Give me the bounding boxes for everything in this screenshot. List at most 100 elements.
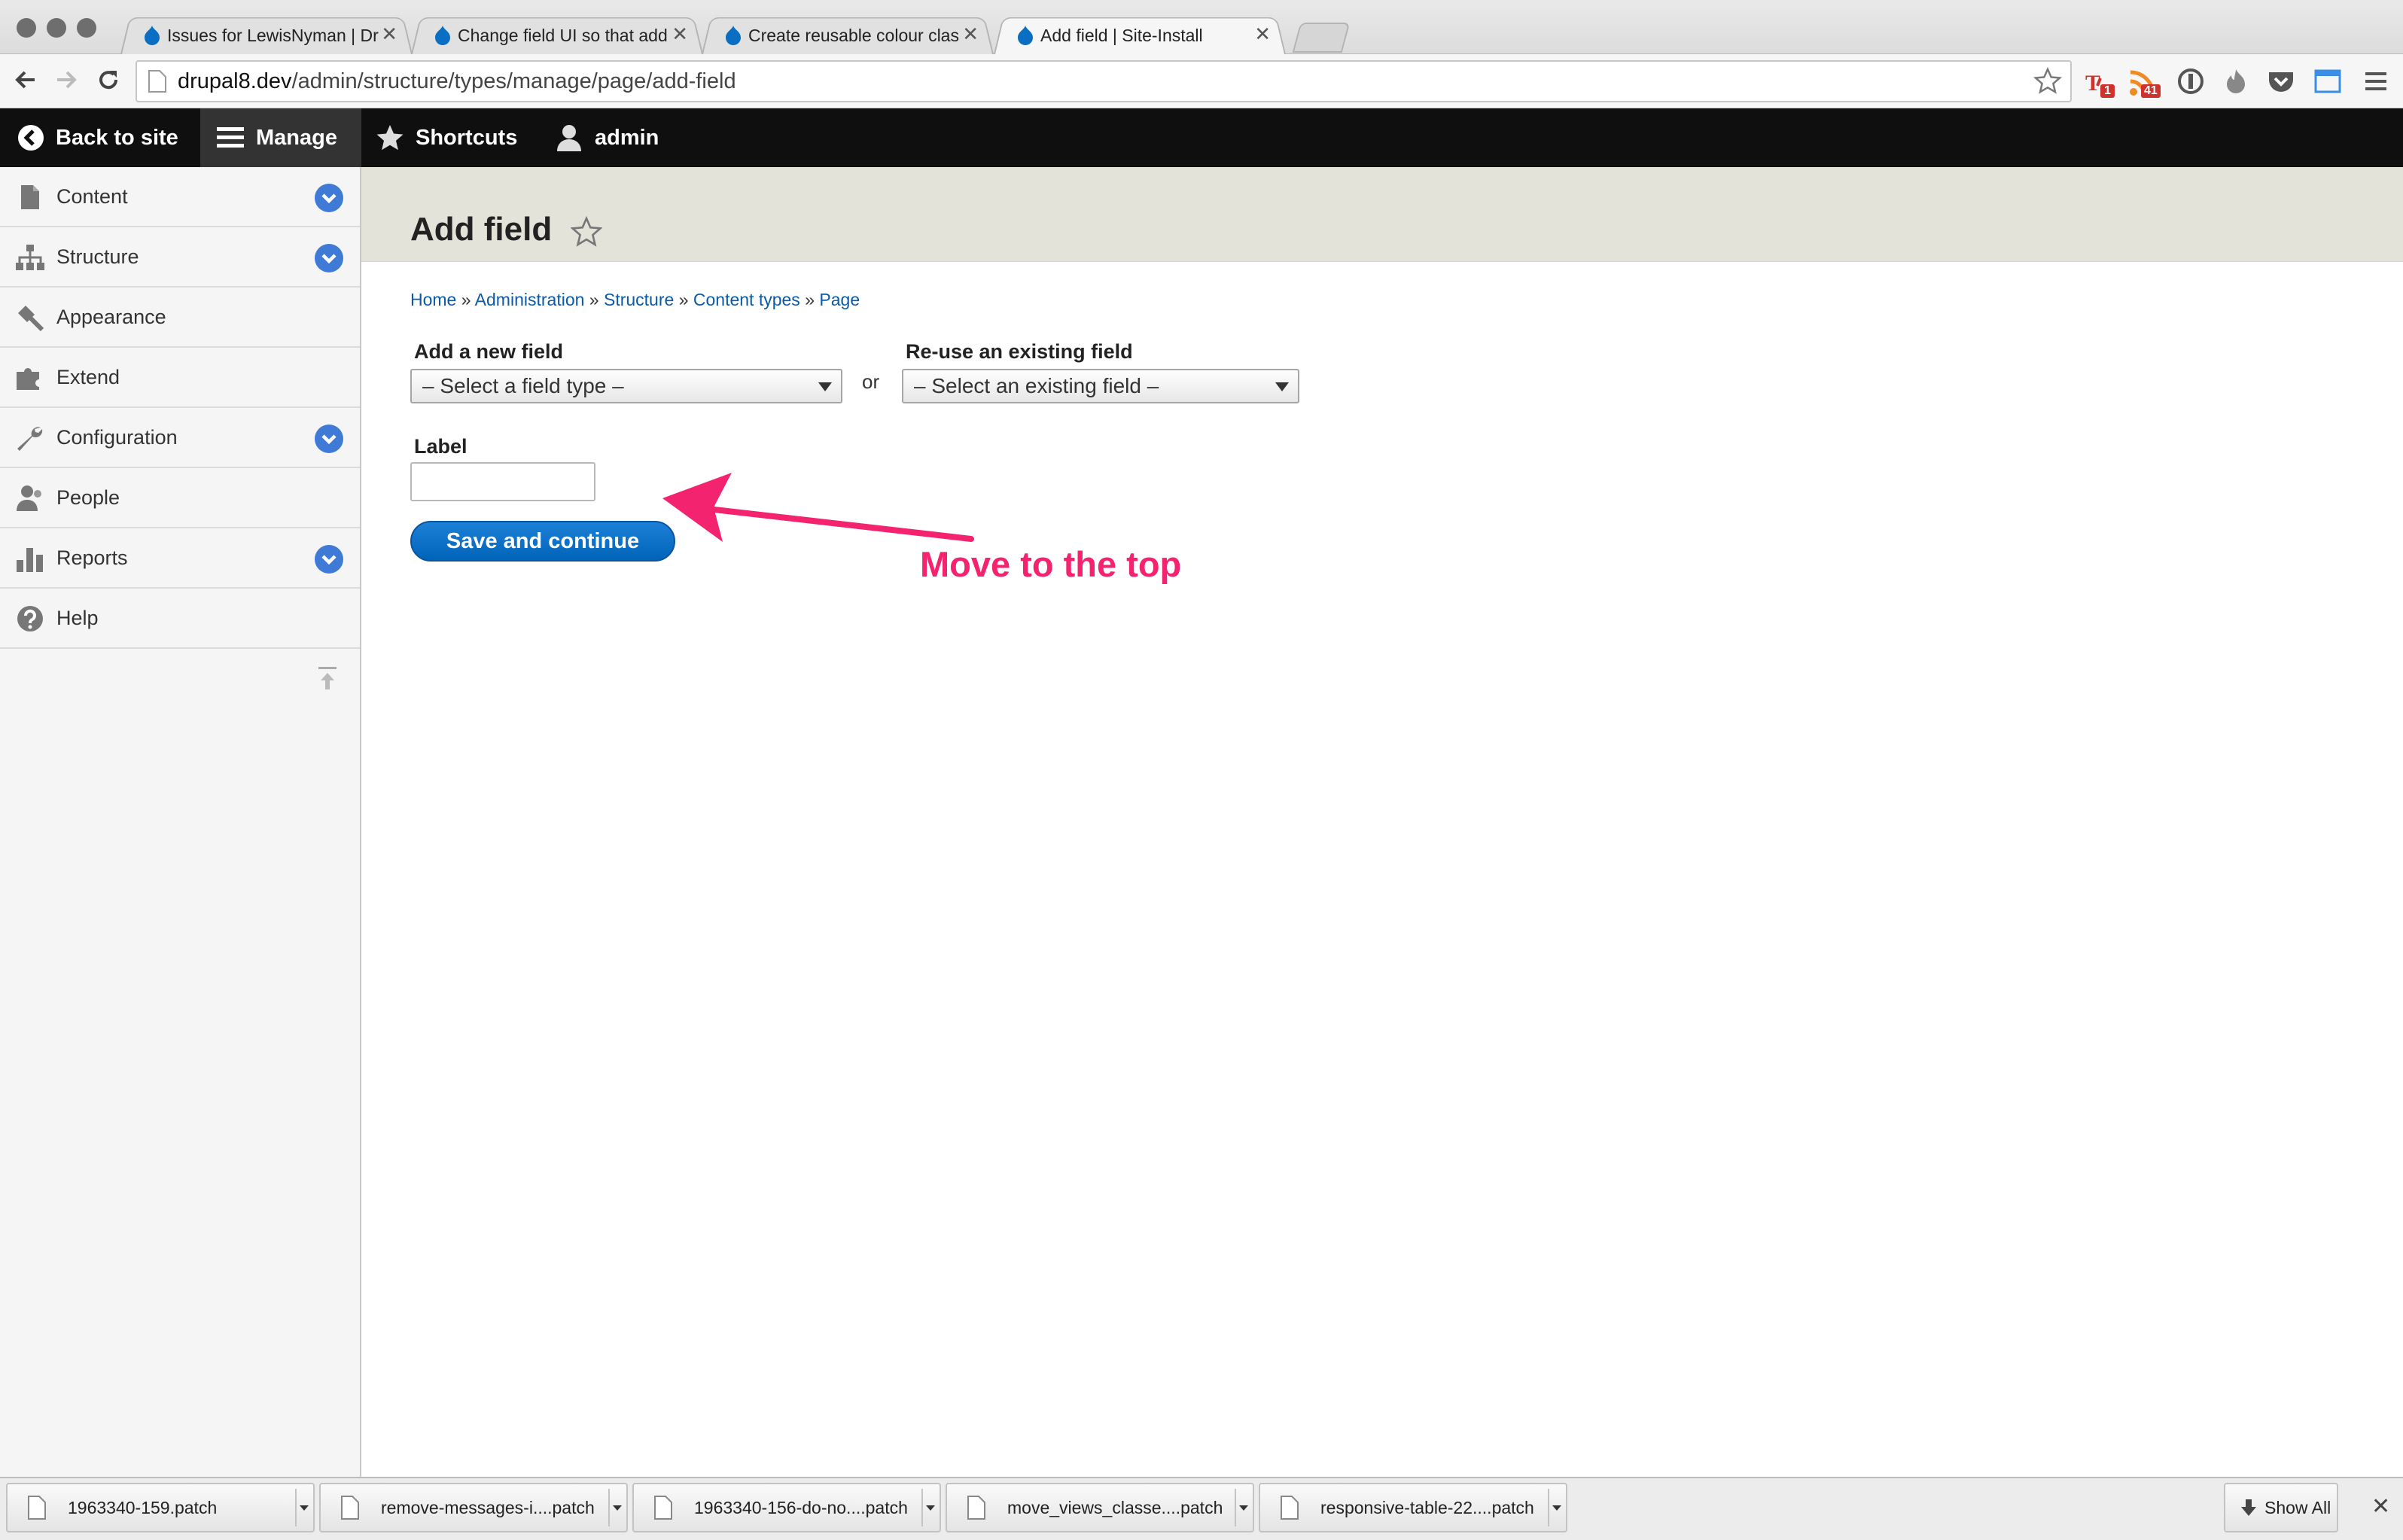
collapse-sidebar-icon[interactable] <box>316 665 339 692</box>
tab-close-icon[interactable]: ✕ <box>381 23 397 44</box>
download-item[interactable]: responsive-table-22....patch <box>1259 1483 1567 1532</box>
breadcrumb-structure-link[interactable]: Structure <box>604 290 674 309</box>
breadcrumb-separator: » <box>461 290 471 309</box>
download-menu-arrow-icon[interactable] <box>926 1505 935 1511</box>
chevron-down-icon[interactable] <box>315 244 343 272</box>
shortcuts-tab[interactable]: Shortcuts <box>375 108 525 167</box>
existing-field-select-value: – Select an existing field – <box>914 374 1159 397</box>
window-extension-icon[interactable] <box>2313 66 2343 96</box>
sidebar-item-label: Extend <box>56 365 120 388</box>
browser-tab[interactable]: Create reusable colour clas ✕ <box>702 14 994 54</box>
browser-tab[interactable]: Change field UI so that add ✕ <box>411 14 703 54</box>
download-filename: remove-messages-i....patch <box>381 1498 595 1517</box>
url-text: drupal8.dev/admin/structure/types/manage… <box>178 69 736 93</box>
breadcrumb-content-types-link[interactable]: Content types <box>693 290 800 309</box>
sidebar-item-help[interactable]: Help <box>0 589 360 649</box>
sidebar-item-structure[interactable]: Structure <box>0 227 360 288</box>
bookmark-star-icon[interactable] <box>2033 66 2063 96</box>
sidebar-item-people[interactable]: People <box>0 468 360 528</box>
todo-extension-icon[interactable]: T 1 <box>2084 68 2120 98</box>
browser-tab-active[interactable]: Add field | Site-Install ✕ <box>994 14 1286 54</box>
download-menu-arrow-icon[interactable] <box>300 1505 309 1511</box>
puzzle-icon <box>17 368 39 390</box>
sidebar-item-label: Help <box>56 606 99 629</box>
sidebar-item-label: Content <box>56 184 128 208</box>
onepassword-icon[interactable] <box>2176 66 2206 96</box>
show-all-downloads-button[interactable]: Show All <box>2224 1483 2338 1532</box>
user-tab[interactable]: admin <box>554 108 675 167</box>
download-menu-arrow-icon[interactable] <box>613 1505 622 1511</box>
chevron-down-icon[interactable] <box>315 425 343 453</box>
field-type-select[interactable]: – Select a field type – <box>410 369 842 403</box>
drupal-favicon-icon <box>435 26 450 45</box>
save-and-continue-button[interactable]: Save and continue <box>410 521 675 562</box>
bar-chart-icon <box>17 548 43 572</box>
tab-close-icon[interactable]: ✕ <box>962 23 979 44</box>
reload-icon[interactable] <box>95 66 122 93</box>
annotation-arrow-icon <box>662 473 974 542</box>
drupal-favicon-icon <box>726 26 741 45</box>
download-filename: 1963340-156-do-no....patch <box>694 1498 908 1517</box>
sidebar-item-label: Reports <box>56 546 128 569</box>
tab-title: Create reusable colour clas <box>748 26 959 45</box>
rss-badge: 41 <box>2141 84 2161 98</box>
sidebar-item-extend[interactable]: Extend <box>0 348 360 408</box>
fire-extension-icon[interactable] <box>2221 66 2251 96</box>
shortcut-star-icon[interactable] <box>571 216 602 248</box>
sidebar-item-label: Structure <box>56 245 139 268</box>
manage-tab[interactable]: Manage <box>200 108 361 167</box>
download-menu-arrow-icon[interactable] <box>1239 1505 1248 1511</box>
rss-extension-icon[interactable]: 41 <box>2127 68 2170 98</box>
file-icon <box>967 1496 985 1520</box>
chevron-down-icon[interactable] <box>315 545 343 574</box>
sidebar-item-label: Configuration <box>56 425 178 449</box>
file-icon <box>21 185 39 209</box>
download-menu-arrow-icon[interactable] <box>1552 1505 1561 1511</box>
breadcrumb: Home » Administration » Structure » Cont… <box>410 290 860 310</box>
download-item[interactable]: remove-messages-i....patch <box>319 1483 628 1532</box>
existing-field-select[interactable]: – Select an existing field – <box>902 369 1299 403</box>
download-item[interactable]: 1963340-159.patch <box>6 1483 315 1532</box>
breadcrumb-separator: » <box>589 290 599 309</box>
download-item[interactable]: move_views_classe....patch <box>946 1483 1254 1532</box>
star-icon <box>376 125 404 151</box>
breadcrumb-separator: » <box>678 290 689 309</box>
field-type-select-value: – Select a field type – <box>422 374 624 397</box>
close-window-button[interactable] <box>17 18 36 38</box>
close-downloads-bar-icon[interactable]: ✕ <box>2371 1493 2390 1520</box>
sidebar-item-label: People <box>56 485 120 509</box>
zoom-window-button[interactable] <box>77 18 96 38</box>
file-icon <box>1281 1496 1299 1520</box>
tab-title: Add field | Site-Install <box>1040 26 1203 45</box>
back-to-site-link[interactable]: Back to site <box>17 108 197 167</box>
new-tab-button[interactable] <box>1292 23 1351 53</box>
download-item[interactable]: 1963340-156-do-no....patch <box>632 1483 941 1532</box>
chevron-down-icon[interactable] <box>315 184 343 212</box>
user-icon <box>557 125 581 151</box>
browser-menu-icon[interactable] <box>2362 68 2389 95</box>
drupal-favicon-icon <box>145 26 160 45</box>
forward-arrow-icon[interactable] <box>53 66 80 93</box>
sidebar-item-reports[interactable]: Reports <box>0 528 360 589</box>
pocket-icon[interactable] <box>2266 66 2296 96</box>
page-icon <box>148 70 166 93</box>
tab-close-icon[interactable]: ✕ <box>1254 23 1271 44</box>
sidebar-item-label: Appearance <box>56 305 166 328</box>
wrench-icon <box>17 427 43 451</box>
hamburger-icon <box>217 127 244 148</box>
minimize-window-button[interactable] <box>47 18 66 38</box>
back-arrow-icon[interactable] <box>12 66 39 93</box>
tab-close-icon[interactable]: ✕ <box>672 23 688 44</box>
sidebar-item-configuration[interactable]: Configuration <box>0 408 360 468</box>
browser-tab[interactable]: Issues for LewisNyman | Dr ✕ <box>120 14 413 54</box>
label-input[interactable] <box>410 462 595 501</box>
sidebar-item-appearance[interactable]: Appearance <box>0 288 360 348</box>
breadcrumb-page-link[interactable]: Page <box>819 290 860 309</box>
breadcrumb-home-link[interactable]: Home <box>410 290 456 309</box>
download-arrow-icon <box>2241 1499 2256 1516</box>
breadcrumb-administration-link[interactable]: Administration <box>475 290 585 309</box>
drupal-favicon-icon <box>1018 26 1033 45</box>
user-label: admin <box>595 125 659 150</box>
download-filename: move_views_classe....patch <box>1007 1498 1223 1517</box>
sidebar-item-content[interactable]: Content <box>0 167 360 227</box>
